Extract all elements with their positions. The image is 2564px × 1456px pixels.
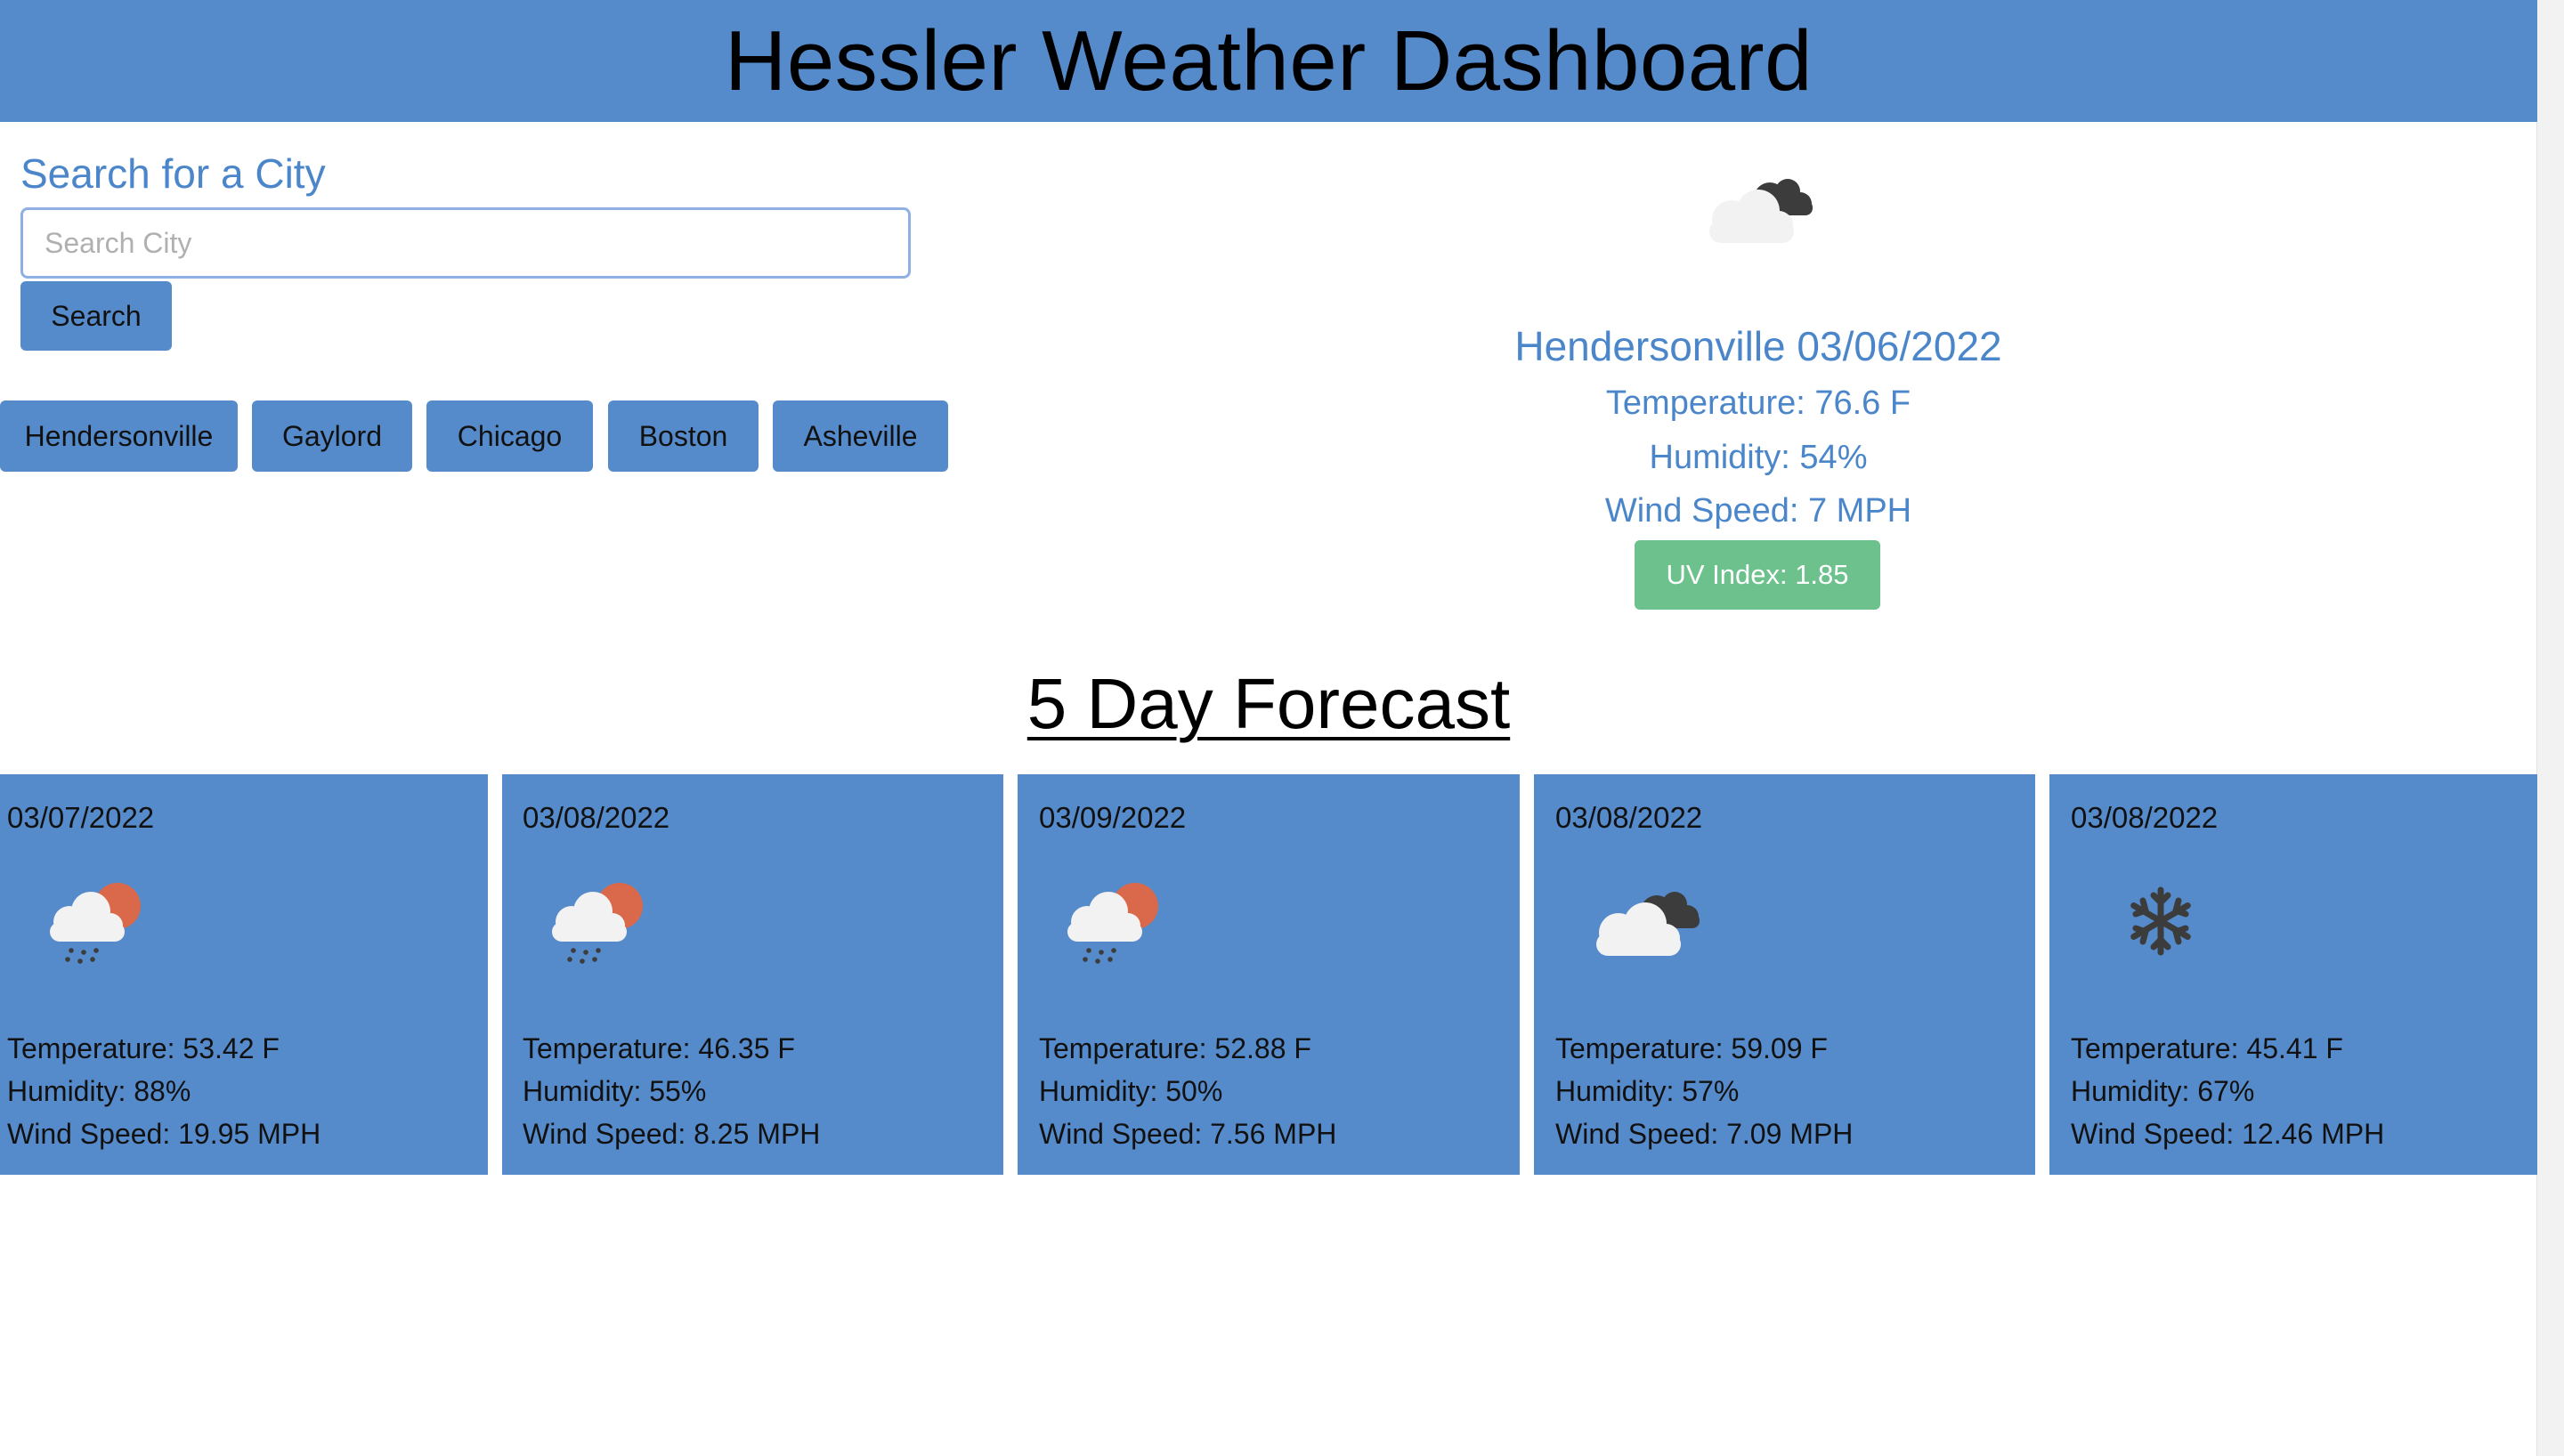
- forecast-date: 03/08/2022: [2071, 801, 2219, 834]
- forecast-temperature: Temperature: 52.88 F: [1039, 1032, 1311, 1064]
- cloudy-icon: [1596, 892, 1700, 956]
- history-button-gaylord[interactable]: Gaylord: [252, 400, 412, 472]
- forecast-temperature: Temperature: 46.35 F: [523, 1032, 795, 1064]
- forecast-wind-speed: Wind Speed: 8.25 MPH: [523, 1118, 821, 1150]
- forecast-title: 5 Day Forecast: [1026, 664, 1511, 743]
- rain-icon: [50, 883, 141, 964]
- forecast-temperature: Temperature: 59.09 F: [1555, 1032, 1828, 1064]
- history-button-hendersonville[interactable]: Hendersonville: [0, 400, 238, 472]
- forecast-wind-speed: Wind Speed: 7.09 MPH: [1555, 1118, 1854, 1150]
- forecast-humidity: Humidity: 57%: [1555, 1075, 1740, 1107]
- forecast-humidity: Humidity: 67%: [2071, 1075, 2255, 1107]
- uv-index-badge: UV Index: 1.85: [1635, 540, 1880, 610]
- forecast-temperature: Temperature: 45.41 F: [2071, 1032, 2343, 1064]
- header-bar: Hessler Weather Dashboard: [0, 0, 2537, 122]
- search-label: Search for a City: [20, 150, 326, 197]
- history-button-chicago[interactable]: Chicago: [426, 400, 593, 472]
- current-wind-speed: Wind Speed: 7 MPH: [1604, 492, 1912, 530]
- forecast-card: 03/08/2022 Temperature: 59.09 F Humidity…: [1534, 774, 2035, 1175]
- page-title: Hessler Weather Dashboard: [725, 12, 1813, 109]
- search-button[interactable]: Search: [20, 281, 172, 351]
- forecast-wind-speed: Wind Speed: 7.56 MPH: [1039, 1118, 1337, 1150]
- cloudy-icon: [1709, 179, 1813, 243]
- scrollbar[interactable]: [2536, 0, 2564, 1456]
- forecast-humidity: Humidity: 50%: [1039, 1075, 1223, 1107]
- forecast-card: 03/07/2022 Temperature: 53.42 F Humidity…: [0, 774, 488, 1175]
- history-button-asheville[interactable]: Asheville: [773, 400, 948, 472]
- forecast-humidity: Humidity: 55%: [523, 1075, 707, 1107]
- forecast-card: 03/08/2022 Temperature: 46.35 F Humidity…: [502, 774, 1003, 1175]
- forecast-date: 03/08/2022: [523, 801, 670, 834]
- current-humidity: Humidity: 54%: [1649, 439, 1868, 476]
- rain-icon: [1067, 883, 1158, 964]
- forecast-card: 03/08/2022 Temperature: 45.41 F Humidity…: [2049, 774, 2537, 1175]
- forecast-date: 03/07/2022: [7, 801, 155, 834]
- history-button-boston[interactable]: Boston: [608, 400, 759, 472]
- search-input[interactable]: [20, 207, 911, 279]
- rain-icon: [552, 883, 643, 964]
- forecast-wind-speed: Wind Speed: 19.95 MPH: [7, 1118, 321, 1150]
- current-temperature: Temperature: 76.6 F: [1605, 384, 1911, 422]
- forecast-wind-speed: Wind Speed: 12.46 MPH: [2071, 1118, 2385, 1150]
- forecast-date: 03/08/2022: [1555, 801, 1703, 834]
- snow-icon: [2130, 886, 2191, 956]
- forecast-card: 03/09/2022 Temperature: 52.88 F Humidity…: [1018, 774, 1520, 1175]
- current-city-date: Hendersonville 03/06/2022: [1514, 323, 2002, 369]
- forecast-temperature: Temperature: 53.42 F: [7, 1032, 280, 1064]
- page: Hessler Weather Dashboard Search for a C…: [0, 0, 2564, 1456]
- forecast-date: 03/09/2022: [1039, 801, 1187, 834]
- forecast-humidity: Humidity: 88%: [7, 1075, 191, 1107]
